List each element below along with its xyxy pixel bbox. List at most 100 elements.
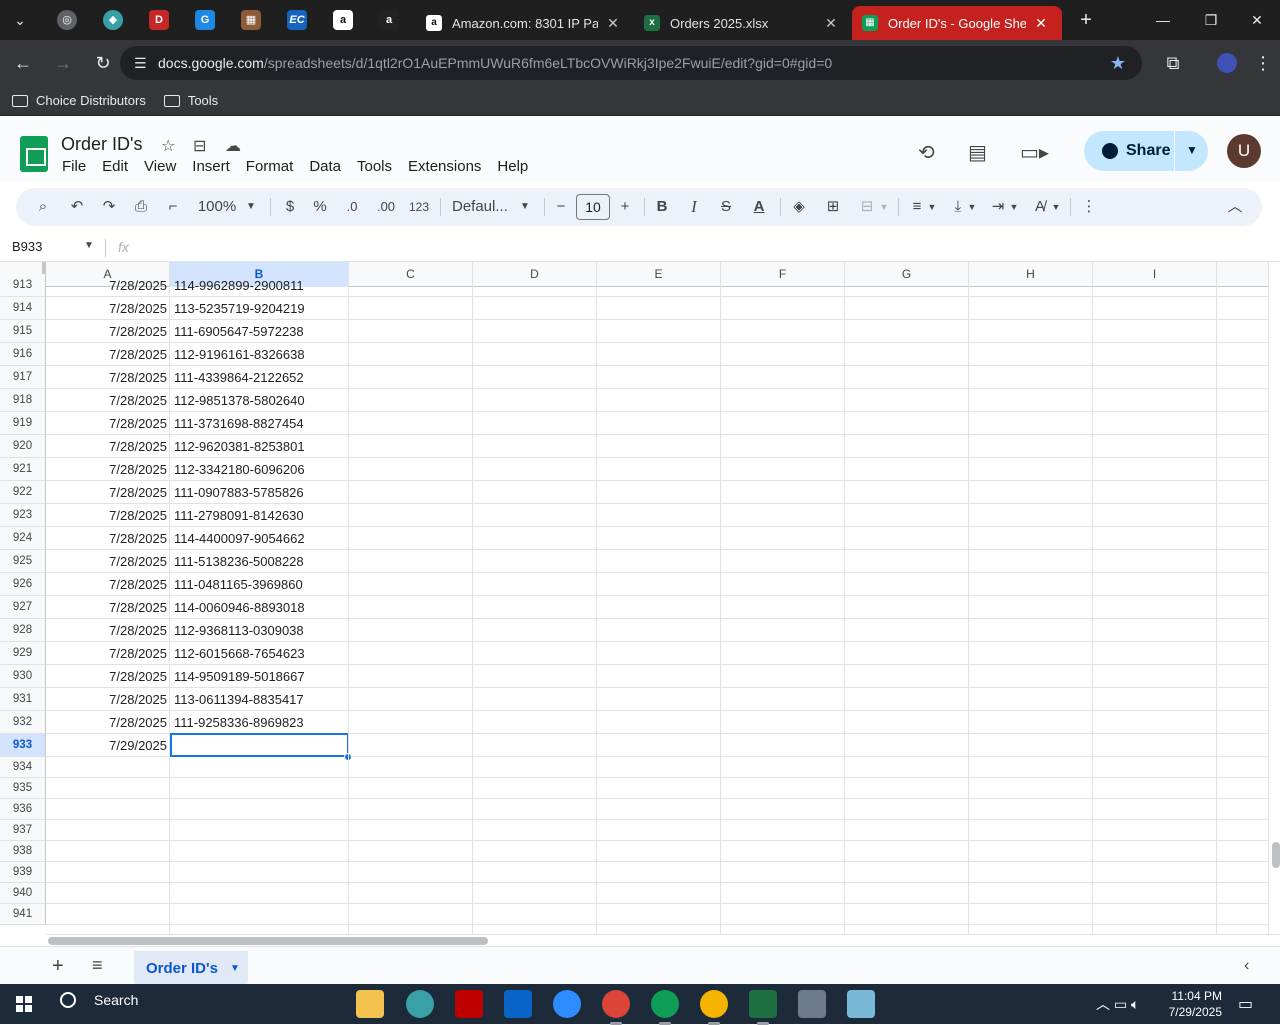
notifications-icon[interactable]: ▭ xyxy=(1238,994,1253,1014)
tab-google-sheets[interactable]: ▦ Order ID's - Google Sheets ✕ xyxy=(852,6,1062,40)
paint-format-icon[interactable]: ⌐ xyxy=(162,188,184,226)
row-header[interactable]: 933 xyxy=(0,734,46,757)
row-header[interactable]: 925 xyxy=(0,550,46,573)
cell-order-id[interactable] xyxy=(170,904,349,925)
app-icon[interactable] xyxy=(406,990,434,1018)
undo-icon[interactable]: ↶ xyxy=(66,188,88,226)
search-menus-icon[interactable]: ⌕ xyxy=(32,188,54,226)
cell-order-id[interactable]: 113-0611394-8835417 xyxy=(170,688,349,711)
row-header[interactable]: 918 xyxy=(0,389,46,412)
system-tray[interactable]: ︿ ▭ 🔈︎ xyxy=(1096,994,1139,1014)
doc-title[interactable]: Order ID's xyxy=(61,134,142,155)
cell-order-id[interactable] xyxy=(170,820,349,841)
chrome-icon[interactable] xyxy=(651,990,679,1025)
cloud-status-icon[interactable]: ☁ xyxy=(225,136,241,156)
cell-date[interactable]: 7/28/2025 xyxy=(46,504,170,527)
cell-order-id[interactable]: 112-9368113-0309038 xyxy=(170,619,349,642)
cell-date[interactable]: 7/28/2025 xyxy=(46,274,170,297)
start-windows-icon[interactable] xyxy=(16,996,32,1012)
chevron-down-icon[interactable]: ▼ xyxy=(230,963,240,974)
row-header[interactable]: 939 xyxy=(0,862,46,883)
row-header[interactable]: 917 xyxy=(0,366,46,389)
cell-order-id[interactable]: 111-0907883-5785826 xyxy=(170,481,349,504)
sheets-logo-icon[interactable] xyxy=(20,136,48,172)
menu-view[interactable]: View xyxy=(136,158,184,175)
chevron-down-icon[interactable]: ▼ xyxy=(1008,188,1020,226)
horizontal-align-icon[interactable]: ≡ xyxy=(906,188,928,226)
fill-color-icon[interactable]: ◈ xyxy=(788,188,810,226)
pinned-tab-6[interactable]: EC xyxy=(280,5,314,35)
address-bar[interactable]: ☰ docs.google.com/spreadsheets/d/1qtl2rO… xyxy=(120,46,1142,80)
cell-date[interactable]: 7/28/2025 xyxy=(46,619,170,642)
pinned-tab-4[interactable]: G xyxy=(188,5,222,35)
cell-date[interactable]: 7/28/2025 xyxy=(46,527,170,550)
meet-icon[interactable]: ▭▸ xyxy=(1020,140,1049,165)
cell-order-id[interactable] xyxy=(170,883,349,904)
chevron-down-icon[interactable]: ▼ xyxy=(244,188,258,226)
row-header[interactable]: 923 xyxy=(0,504,46,527)
clock[interactable]: 11:04 PM 7/29/2025 xyxy=(1156,988,1222,1020)
row-header[interactable]: 914 xyxy=(0,297,46,320)
cell-date[interactable]: 7/28/2025 xyxy=(46,642,170,665)
row-header[interactable]: 916 xyxy=(0,343,46,366)
active-cell-selection[interactable] xyxy=(170,733,349,757)
cell-order-id[interactable]: 112-9620381-8253801 xyxy=(170,435,349,458)
menu-format[interactable]: Format xyxy=(238,158,302,175)
cell-date[interactable]: 7/28/2025 xyxy=(46,711,170,734)
app-icon[interactable] xyxy=(847,990,875,1018)
chevron-down-icon[interactable]: ▼ xyxy=(1050,188,1062,226)
move-folder-icon[interactable]: ⊟ xyxy=(193,136,206,156)
cell-order-id[interactable]: 114-0060946-8893018 xyxy=(170,596,349,619)
sheet-tab-order-ids[interactable]: Order ID's ▼ xyxy=(134,951,248,985)
reload-icon[interactable]: ↻ xyxy=(86,46,120,80)
cell-date[interactable]: 7/28/2025 xyxy=(46,366,170,389)
cell-date[interactable] xyxy=(46,841,170,862)
zoom-icon[interactable] xyxy=(553,990,581,1018)
menu-data[interactable]: Data xyxy=(301,158,349,175)
cell-order-id[interactable] xyxy=(170,862,349,883)
redo-icon[interactable]: ↷ xyxy=(98,188,120,226)
collapse-toolbar-icon[interactable]: ︿ xyxy=(1224,188,1246,226)
outlook-icon[interactable] xyxy=(504,990,532,1018)
row-header[interactable]: 920 xyxy=(0,435,46,458)
cell-order-id[interactable] xyxy=(170,778,349,799)
profile-icon[interactable] xyxy=(1210,46,1244,80)
merge-cells-icon[interactable]: ⊟ xyxy=(856,188,878,226)
menu-extensions[interactable]: Extensions xyxy=(400,158,489,175)
percent-format-button[interactable]: % xyxy=(310,188,330,226)
pinned-tab-1[interactable]: ◎ xyxy=(50,5,84,35)
cell-date[interactable] xyxy=(46,778,170,799)
cell-order-id[interactable]: 111-4339864-2122652 xyxy=(170,366,349,389)
cell-date[interactable]: 7/28/2025 xyxy=(46,458,170,481)
bookmark-star-icon[interactable]: ★ xyxy=(1110,53,1126,74)
forward-icon[interactable]: → xyxy=(46,46,80,80)
text-rotation-icon[interactable]: A̸ xyxy=(1030,188,1050,226)
row-header[interactable]: 937 xyxy=(0,820,46,841)
cell-date[interactable]: 7/29/2025 xyxy=(46,734,170,757)
row-header[interactable]: 941 xyxy=(0,904,46,925)
print-icon[interactable]: ⎙ xyxy=(130,188,152,226)
extensions-icon[interactable]: ⧉ xyxy=(1156,46,1190,80)
cell-order-id[interactable]: 113-5235719-9204219 xyxy=(170,297,349,320)
cell-date[interactable]: 7/28/2025 xyxy=(46,320,170,343)
cell-order-id[interactable]: 112-6015668-7654623 xyxy=(170,642,349,665)
calculator-icon[interactable] xyxy=(798,990,826,1018)
name-box[interactable]: B933 xyxy=(12,239,42,254)
cell-date[interactable] xyxy=(46,799,170,820)
horizontal-scrollbar[interactable] xyxy=(46,934,1280,946)
add-sheet-icon[interactable]: + xyxy=(52,955,64,978)
row-header[interactable]: 940 xyxy=(0,883,46,904)
menu-kebab-icon[interactable]: ⋮ xyxy=(1246,46,1280,80)
cell-date[interactable]: 7/28/2025 xyxy=(46,688,170,711)
row-header[interactable]: 919 xyxy=(0,412,46,435)
cell-order-id[interactable]: 112-3342180-6096206 xyxy=(170,458,349,481)
bold-button[interactable]: B xyxy=(652,188,672,226)
cell-date[interactable]: 7/28/2025 xyxy=(46,435,170,458)
cell-order-id[interactable] xyxy=(170,841,349,862)
file-explorer-icon[interactable] xyxy=(356,990,384,1018)
cell-order-id[interactable]: 111-3731698-8827454 xyxy=(170,412,349,435)
side-panel-toggle-icon[interactable]: ‹ xyxy=(1244,957,1249,975)
cell-order-id[interactable]: 114-9962899-2900811 xyxy=(170,274,349,297)
row-header[interactable]: 931 xyxy=(0,688,46,711)
cell-date[interactable]: 7/28/2025 xyxy=(46,297,170,320)
